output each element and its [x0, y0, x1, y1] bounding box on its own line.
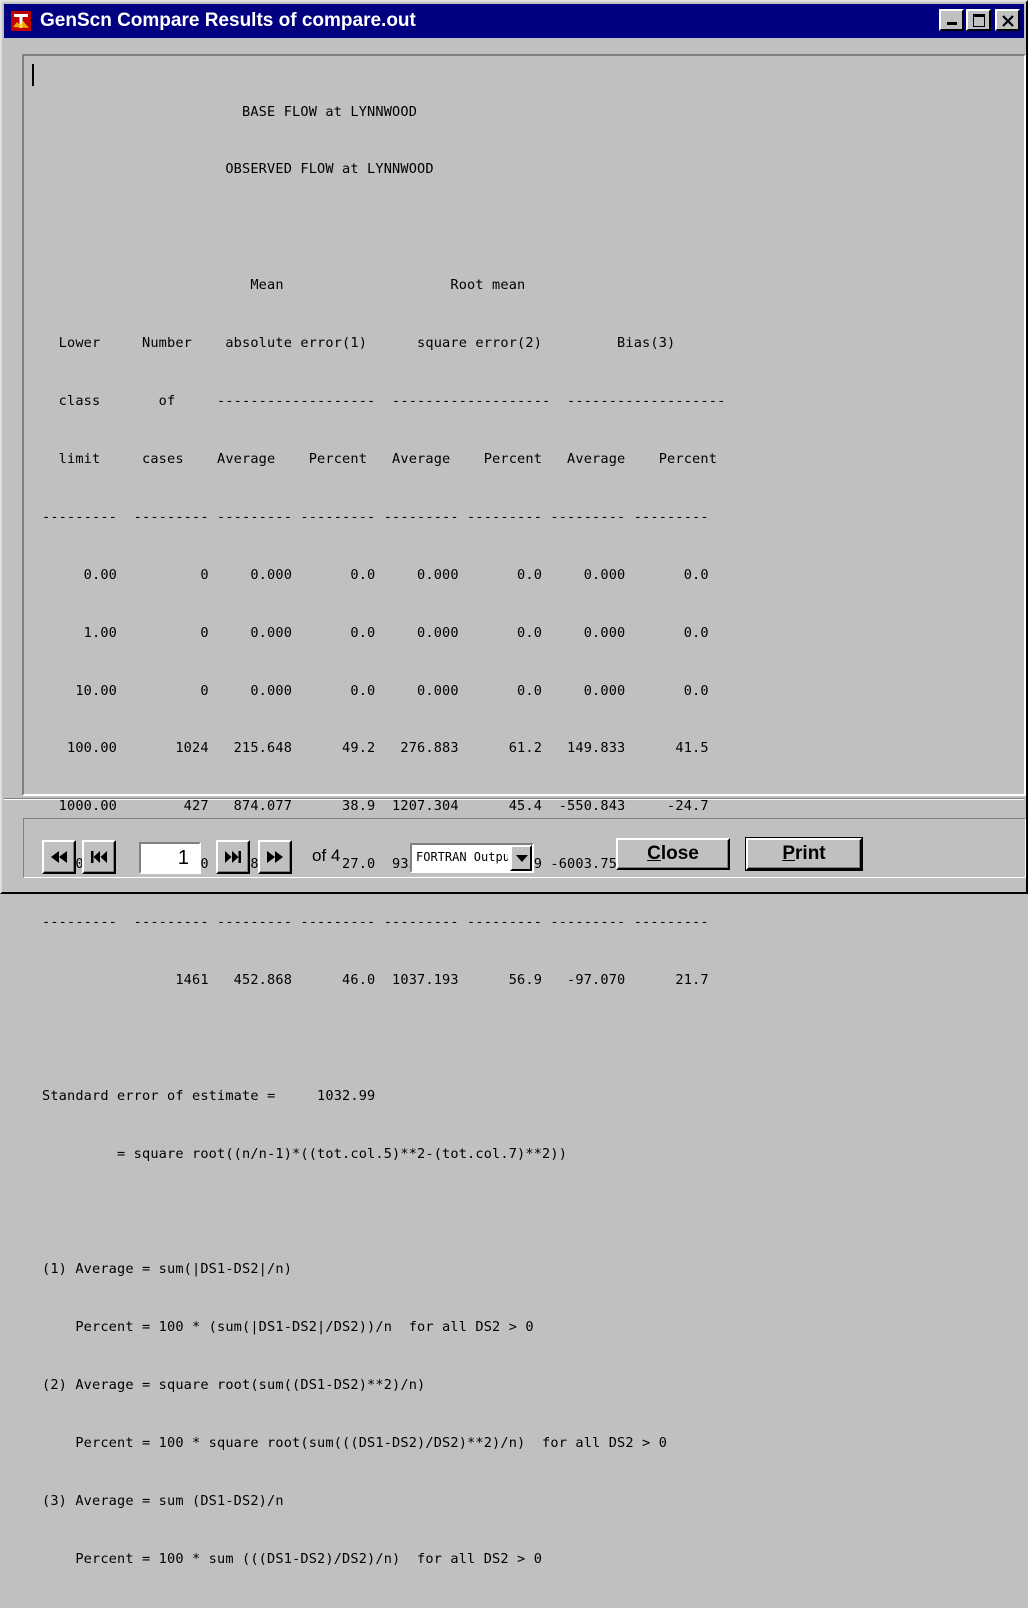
- report-line: [42, 218, 725, 237]
- window-controls: [939, 9, 1020, 31]
- report-line: Mean Root mean: [42, 277, 526, 294]
- page-number-input[interactable]: 1: [139, 842, 201, 874]
- last-page-button[interactable]: [258, 840, 292, 874]
- print-button[interactable]: Print: [745, 837, 863, 871]
- report-line: 10.00 0 0.000 0.0 0.000 0.0 0.000 0.0: [42, 682, 709, 699]
- report-text-area[interactable]: BASE FLOW at LYNNWOOD OBSERVED FLOW at L…: [22, 54, 1026, 1567]
- report-line: 0.00 0 0.000 0.0 0.000 0.0 0.000 0.0: [42, 566, 709, 583]
- page-count-label: of 4: [312, 846, 341, 865]
- window-title: GenScn Compare Results of compare.out: [40, 10, 416, 31]
- report-line: Standard error of estimate = 1032.99: [42, 1087, 376, 1104]
- skip-next-icon: [225, 851, 241, 863]
- report-line: Percent = 100 * sum (((DS1-DS2)/DS2)/n) …: [42, 1550, 543, 1567]
- print-label-text: rint: [795, 843, 826, 864]
- rewind-first-icon: [51, 851, 67, 863]
- report-line: [42, 1029, 725, 1048]
- report-line: BASE FLOW at LYNNWOOD: [42, 103, 418, 120]
- close-window-button[interactable]: [995, 9, 1020, 31]
- output-format-value: FORTRAN Output: [416, 850, 508, 864]
- report-line: (3) Average = sum (DS1-DS2)/n: [42, 1492, 284, 1509]
- report-line: --------- --------- --------- --------- …: [42, 508, 709, 525]
- report-line: [42, 1203, 725, 1222]
- first-page-button[interactable]: [42, 840, 76, 874]
- maximize-button[interactable]: [966, 9, 991, 31]
- close-button[interactable]: Close: [616, 838, 730, 870]
- print-button-label: Print: [782, 843, 825, 865]
- chevron-down-icon[interactable]: [510, 845, 532, 871]
- print-mnemonic: P: [782, 843, 796, 864]
- footer-divider: [4, 798, 1024, 800]
- title-bar[interactable]: GenScn Compare Results of compare.out: [4, 4, 1024, 38]
- report-line: limit cases Average Percent Average Perc…: [42, 450, 718, 467]
- results-window: GenScn Compare Results of compare.out BA…: [0, 0, 1028, 1567]
- report-line: Percent = 100 * square root(sum(((DS1-DS…: [42, 1435, 668, 1452]
- report-line: 1000.00 427 874.077 38.9 1207.304 45.4 -…: [42, 798, 709, 815]
- minimize-button[interactable]: [939, 9, 964, 31]
- close-button-label: Close: [647, 843, 699, 865]
- report-line: Percent = 100 * (sum(|DS1-DS2|/DS2))/n f…: [42, 1319, 534, 1336]
- previous-page-button[interactable]: [82, 840, 116, 874]
- report-line: --------- --------- --------- --------- …: [42, 914, 709, 931]
- genscn-app-icon: [11, 11, 31, 31]
- report-line: (1) Average = sum(|DS1-DS2|/n): [42, 1261, 293, 1278]
- text-cursor: [32, 64, 34, 86]
- report-line: 1461 452.868 46.0 1037.193 56.9 -97.070 …: [42, 971, 709, 988]
- fast-forward-last-icon: [267, 851, 283, 863]
- next-page-button[interactable]: [216, 840, 250, 874]
- close-mnemonic: C: [647, 843, 661, 864]
- close-label-text: lose: [660, 843, 699, 864]
- report-line: (2) Average = square root(sum((DS1-DS2)*…: [42, 1377, 426, 1394]
- report-line: 100.00 1024 215.648 49.2 276.883 61.2 14…: [42, 740, 709, 757]
- report-line: OBSERVED FLOW at LYNNWOOD: [42, 161, 434, 178]
- report-line: 1.00 0 0.000 0.0 0.000 0.0 0.000 0.0: [42, 624, 709, 641]
- skip-previous-icon: [91, 851, 107, 863]
- output-format-select[interactable]: FORTRAN Output: [410, 843, 534, 873]
- report-line: Lower Number absolute error(1) square er…: [42, 335, 676, 352]
- report-line: = square root((n/n-1)*((tot.col.5)**2-(t…: [42, 1145, 568, 1162]
- report-line: class of ------------------- -----------…: [42, 393, 726, 410]
- close-icon: [1002, 15, 1014, 27]
